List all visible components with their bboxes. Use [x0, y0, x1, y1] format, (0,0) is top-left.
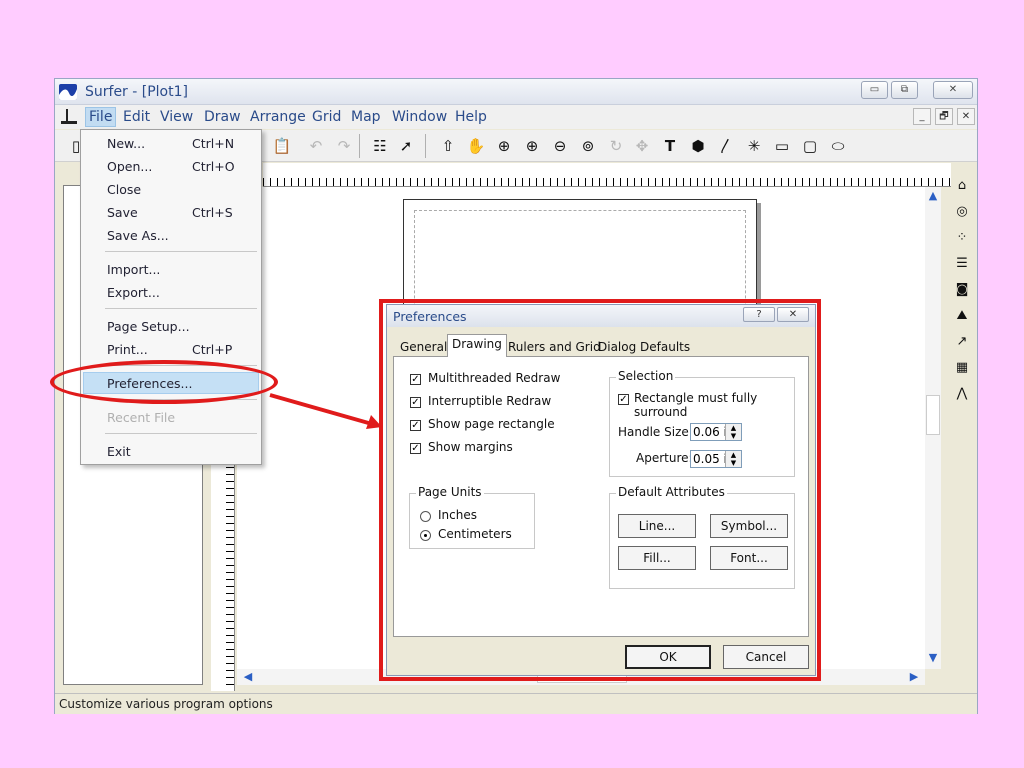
- menu-draw[interactable]: Draw: [204, 109, 241, 125]
- title-bar: Surfer - [Plot1] ▭ ⧉ ✕: [55, 79, 977, 105]
- select-arrow-icon[interactable]: ⇧: [437, 135, 459, 157]
- image-map-icon[interactable]: ◙: [951, 279, 973, 301]
- zoom-out-icon[interactable]: ⊖: [549, 135, 571, 157]
- vertical-scroll-thumb[interactable]: [926, 395, 940, 435]
- file-menu-save-as[interactable]: Save As...: [107, 228, 169, 243]
- menu-grid[interactable]: Grid: [312, 109, 341, 125]
- file-menu-print-shortcut: Ctrl+P: [192, 342, 233, 357]
- menu-separator: [105, 251, 257, 252]
- menu-help[interactable]: Help: [455, 109, 487, 125]
- wireframe-icon[interactable]: ▦: [951, 357, 973, 379]
- window-title: Surfer - [Plot1]: [85, 84, 188, 100]
- scroll-down-icon[interactable]: ▼: [926, 651, 940, 665]
- context-help-icon[interactable]: ➚: [395, 135, 417, 157]
- file-menu-import[interactable]: Import...: [107, 262, 160, 277]
- zoom-realtime-icon[interactable]: ⊕: [493, 135, 515, 157]
- scroll-right-icon[interactable]: ▶: [907, 670, 921, 684]
- highlight-ellipse: [50, 360, 278, 404]
- vector-map-icon[interactable]: ↗: [951, 331, 973, 353]
- rotate-icon[interactable]: ↻: [605, 135, 627, 157]
- toolbar-separator: [359, 134, 360, 158]
- menu-arrange[interactable]: Arrange: [250, 109, 306, 125]
- vertical-scrollbar[interactable]: ▲ ▼: [925, 187, 941, 669]
- menu-edit[interactable]: Edit: [123, 109, 150, 125]
- file-menu-save[interactable]: Save: [107, 205, 138, 220]
- map-toolbar: ⌂ ◎ ⁘ ☰ ◙ ⛰ ↗ ▦ ⋀: [947, 171, 975, 411]
- zoom-rectangle-icon[interactable]: ⊚: [577, 135, 599, 157]
- reshape-icon[interactable]: ✥: [631, 135, 653, 157]
- menu-bar: File Edit View Draw Arrange Grid Map Win…: [55, 105, 977, 129]
- highlight-rectangle: [379, 299, 821, 681]
- file-menu-page-setup[interactable]: Page Setup...: [107, 319, 190, 334]
- symbol-tool-icon[interactable]: ✳: [743, 135, 765, 157]
- text-tool-icon[interactable]: T: [659, 135, 681, 157]
- contour-map-icon[interactable]: ◎: [951, 201, 973, 223]
- ellipse-tool-icon[interactable]: ⬭: [827, 135, 849, 157]
- polygon-tool-icon[interactable]: ⬢: [687, 135, 709, 157]
- mdi-minimize-button[interactable]: _: [913, 108, 931, 125]
- base-map-icon[interactable]: ⌂: [951, 175, 973, 197]
- status-text: Customize various program options: [59, 697, 273, 711]
- surfer-logo-icon: [59, 84, 77, 100]
- close-button[interactable]: ✕: [933, 81, 973, 99]
- file-menu-new-shortcut: Ctrl+N: [192, 136, 235, 151]
- toolbar-separator: [425, 134, 426, 158]
- file-menu-open[interactable]: Open...: [107, 159, 152, 174]
- shaded-relief-map-icon[interactable]: ⛰: [951, 305, 973, 327]
- file-menu-open-shortcut: Ctrl+O: [192, 159, 235, 174]
- object-manager-icon[interactable]: ☷: [369, 135, 391, 157]
- file-menu-export[interactable]: Export...: [107, 285, 160, 300]
- rectangle-tool-icon[interactable]: ▭: [771, 135, 793, 157]
- menu-view[interactable]: View: [160, 109, 193, 125]
- scroll-up-icon[interactable]: ▲: [926, 189, 940, 203]
- surface-icon[interactable]: ⋀: [951, 383, 973, 405]
- file-menu-recent-file: Recent File: [107, 410, 176, 425]
- polyline-tool-icon[interactable]: 〳: [715, 135, 737, 157]
- restore-button[interactable]: ⧉: [891, 81, 918, 99]
- post-map-icon[interactable]: ⁘: [951, 227, 973, 249]
- document-icon[interactable]: [59, 107, 79, 127]
- file-menu-dropdown: New... Ctrl+N Open... Ctrl+O Close Save …: [80, 129, 262, 465]
- undo-icon[interactable]: ↶: [305, 135, 327, 157]
- file-menu-close[interactable]: Close: [107, 182, 141, 197]
- mdi-close-button[interactable]: ✕: [957, 108, 975, 125]
- menu-separator: [105, 308, 257, 309]
- horizontal-ruler: [263, 163, 951, 187]
- file-menu-print[interactable]: Print...: [107, 342, 148, 357]
- classed-post-map-icon[interactable]: ☰: [951, 253, 973, 275]
- file-menu-exit[interactable]: Exit: [107, 444, 131, 459]
- minimize-button[interactable]: ▭: [861, 81, 888, 99]
- zoom-in-icon[interactable]: ⊕: [521, 135, 543, 157]
- menu-map[interactable]: Map: [351, 109, 381, 125]
- redo-icon[interactable]: ↷: [333, 135, 355, 157]
- rounded-rectangle-tool-icon[interactable]: ▢: [799, 135, 821, 157]
- menu-file[interactable]: File: [85, 107, 117, 127]
- menu-separator: [105, 433, 257, 434]
- mdi-restore-button[interactable]: 🗗: [935, 108, 953, 125]
- paste-icon[interactable]: 📋: [271, 135, 293, 157]
- scroll-left-icon[interactable]: ◀: [241, 670, 255, 684]
- file-menu-new[interactable]: New...: [107, 136, 145, 151]
- pan-hand-icon[interactable]: ✋: [465, 135, 487, 157]
- file-menu-save-shortcut: Ctrl+S: [192, 205, 233, 220]
- menu-window[interactable]: Window: [392, 109, 447, 125]
- status-bar: Customize various program options: [55, 693, 977, 714]
